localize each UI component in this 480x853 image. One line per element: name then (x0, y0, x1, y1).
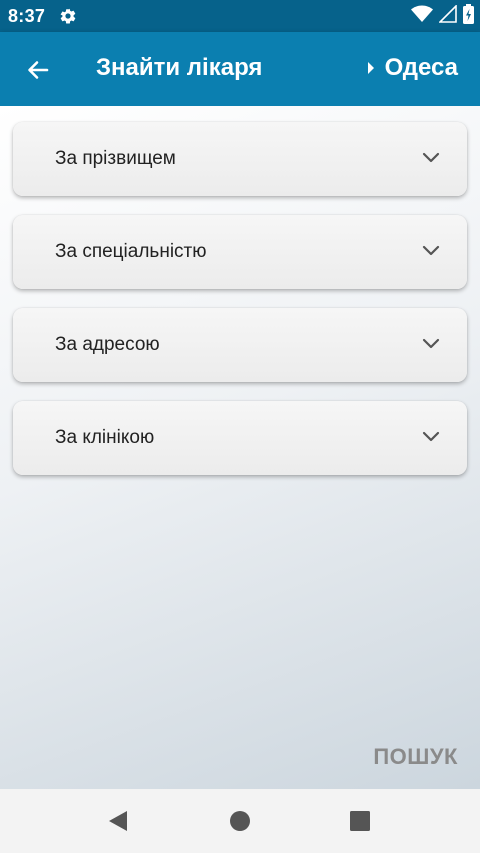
chevron-down-icon (422, 431, 440, 442)
system-navigation-bar (0, 789, 480, 853)
filter-label: За спеціальністю (55, 241, 207, 262)
status-time: 8:37 (8, 5, 46, 26)
nav-back-icon[interactable] (106, 809, 130, 833)
city-selector[interactable]: Одеса (367, 54, 458, 82)
nav-recents-icon[interactable] (348, 809, 372, 833)
battery-icon (463, 3, 474, 29)
chevron-down-icon (422, 245, 440, 256)
app-bar: Знайти лікаря Одеса (0, 32, 480, 106)
filter-by-address[interactable]: За адресою (13, 308, 467, 382)
search-button[interactable]: ПОШУК (373, 744, 458, 770)
filter-label: За клінікою (55, 427, 155, 448)
wifi-icon (411, 5, 433, 28)
caret-right-icon (367, 62, 374, 74)
arrow-left-icon (28, 61, 49, 79)
status-bar: 8:37 (0, 0, 480, 32)
chevron-down-icon (422, 152, 440, 163)
filter-label: За адресою (55, 334, 160, 355)
gear-icon (59, 7, 77, 25)
nav-home-icon[interactable] (228, 809, 252, 833)
signal-icon (438, 3, 457, 28)
city-label: Одеса (384, 54, 458, 81)
content-area: За прізвищем За спеціальністю За адресою… (0, 106, 480, 789)
filter-by-specialty[interactable]: За спеціальністю (13, 215, 467, 289)
filter-by-surname[interactable]: За прізвищем (13, 122, 467, 196)
filter-by-clinic[interactable]: За клінікою (13, 401, 467, 475)
filter-label: За прізвищем (55, 148, 176, 169)
chevron-down-icon (422, 338, 440, 349)
page-title: Знайти лікаря (96, 54, 263, 81)
back-button[interactable] (18, 52, 58, 88)
